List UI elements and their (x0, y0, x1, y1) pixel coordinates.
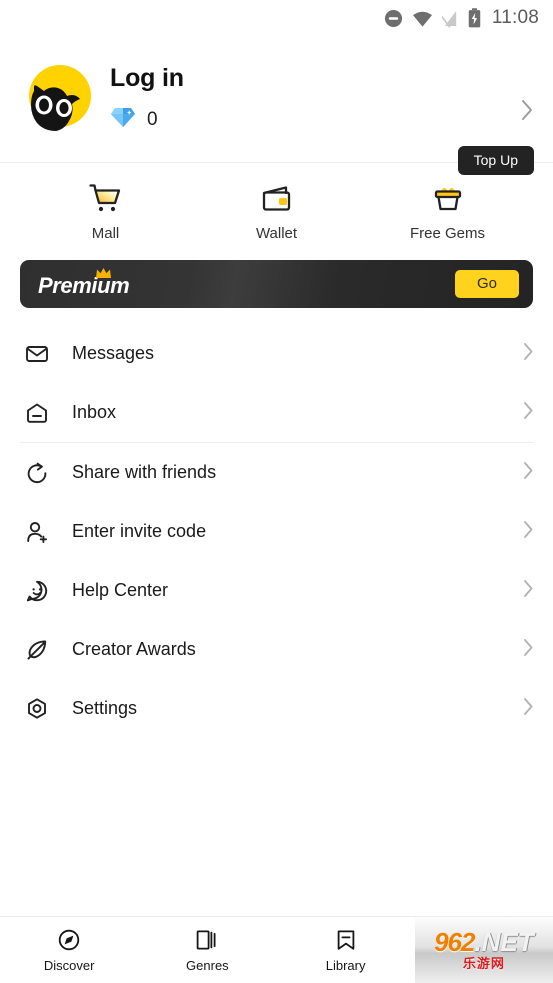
menu-item-messages[interactable]: Messages (0, 324, 553, 383)
gift-basket-icon (431, 182, 465, 216)
profile-texts: Log in 0 (110, 64, 534, 134)
menu-item-settings[interactable]: Settings (0, 679, 553, 738)
gem-balance-row: 0 (110, 106, 534, 133)
menu-item-label: Share with friends (72, 462, 217, 482)
menu-item-label: Enter invite code (72, 521, 207, 541)
profile-chevron-icon[interactable] (521, 99, 534, 126)
chevron-right-icon (523, 579, 534, 603)
premium-banner-wrap: Premium Go (0, 260, 553, 308)
wallet-icon (260, 182, 294, 216)
nav-item-discover[interactable]: Discover (0, 917, 138, 983)
quick-action-wallet[interactable]: Wallet (191, 182, 362, 242)
battery-charging-icon (468, 8, 481, 28)
chevron-right-icon (523, 461, 534, 485)
nav-item-genres[interactable]: Genres (138, 917, 276, 983)
menu-item-share-with-friends[interactable]: Share with friends (0, 443, 553, 502)
quick-action-label: Wallet (255, 224, 298, 242)
gem-count: 0 (147, 108, 158, 130)
do-not-disturb-icon (384, 9, 403, 28)
site-watermark: 962.NET 乐游网 (414, 917, 553, 983)
watermark-subtitle: 乐游网 (462, 955, 505, 971)
person-add-icon (20, 520, 54, 544)
quick-action-mall[interactable]: Mall (20, 182, 191, 242)
inbox-icon (20, 401, 54, 425)
watermark-tld: .NET (474, 926, 534, 957)
menu-item-label: Settings (72, 698, 138, 718)
quick-action-label: Free Gems (409, 224, 485, 242)
gem-icon (110, 106, 136, 133)
quick-action-free-gems[interactable]: Free Gems (362, 182, 533, 242)
avatar[interactable] (22, 63, 94, 135)
bookmark-icon (334, 927, 358, 953)
premium-banner[interactable]: Premium Go (20, 260, 533, 308)
feather-pen-icon (20, 638, 54, 662)
menu-item-enter-invite-code[interactable]: Enter invite code (0, 502, 553, 561)
nav-item-library[interactable]: Library (277, 917, 415, 983)
chevron-right-icon (523, 401, 534, 425)
chevron-right-icon (523, 697, 534, 721)
compass-icon (57, 927, 81, 953)
envelope-icon (20, 342, 54, 366)
menu-item-help-center[interactable]: Help Center (0, 561, 553, 620)
menu-list: Messages Inbox Share with friends Enter … (0, 324, 553, 738)
nav-item-label: Genres (186, 958, 229, 973)
menu-item-label: Help Center (72, 580, 169, 600)
menu-item-inbox[interactable]: Inbox (0, 383, 553, 442)
status-bar: 11:08 (0, 0, 553, 36)
signal-off-icon (441, 9, 459, 28)
watermark-brand: 962 (434, 926, 475, 957)
menu-item-creator-awards[interactable]: Creator Awards (0, 620, 553, 679)
profile-header[interactable]: Log in 0 Top Up (0, 36, 553, 176)
premium-title: Premium (38, 273, 130, 298)
status-bar-clock: 11:08 (491, 7, 539, 28)
chevron-right-icon (523, 342, 534, 366)
crown-icon (95, 267, 112, 285)
nav-item-label: Discover (43, 958, 95, 973)
menu-item-label: Creator Awards (72, 639, 196, 659)
watermark-content: 962.NET 乐游网 (434, 929, 534, 970)
top-up-button[interactable]: Top Up (457, 146, 534, 176)
shopping-cart-icon (88, 182, 124, 216)
bottom-navigation: Discover Genres Library 962.NET 乐游网 (0, 916, 553, 983)
quick-action-label: Mall (91, 224, 120, 242)
chevron-right-icon (523, 638, 534, 662)
settings-gear-icon (20, 697, 54, 721)
share-circle-icon (20, 461, 54, 485)
watermark-top-line: 962.NET (434, 929, 534, 955)
menu-item-label: Messages (72, 343, 155, 363)
chevron-right-icon (523, 520, 534, 544)
premium-wordmark: Premium (38, 267, 130, 298)
books-icon (195, 927, 219, 953)
menu-item-label: Inbox (72, 402, 117, 422)
smiley-chat-icon (20, 579, 54, 603)
nav-item-label: Library (325, 958, 366, 973)
premium-go-button[interactable]: Go (454, 269, 519, 299)
quick-actions-bar: Mall Wallet Free Gems (0, 163, 553, 260)
app-screen: 11:08 Log in 0 Top Up Mall Wallet Free G… (0, 0, 553, 983)
login-label[interactable]: Log in (110, 64, 534, 93)
wifi-icon (412, 9, 433, 28)
